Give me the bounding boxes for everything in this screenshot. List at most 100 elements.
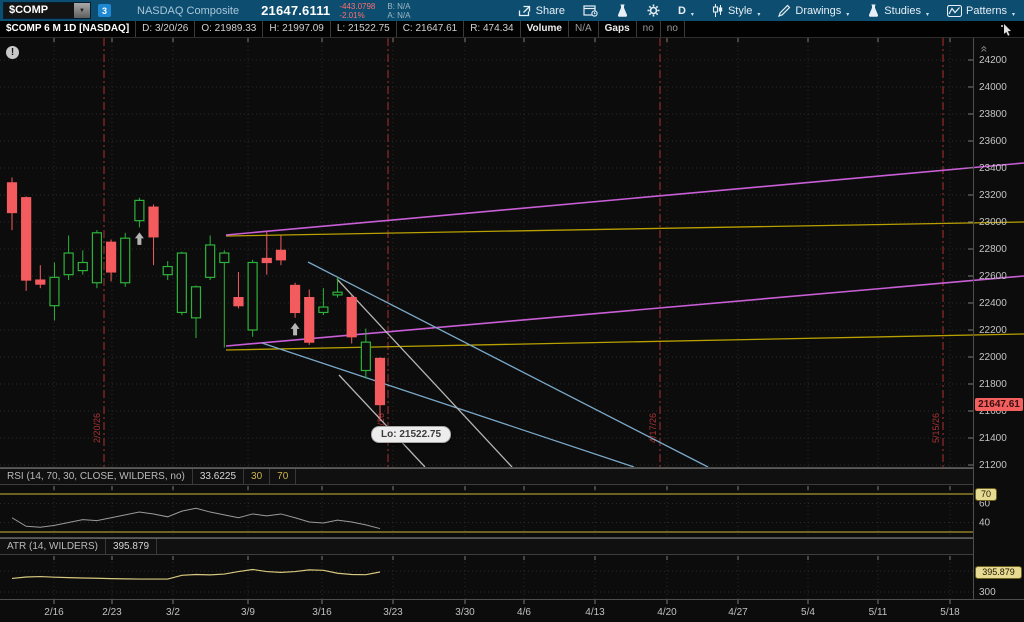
symbol-input-value[interactable]: $COMP bbox=[4, 3, 74, 18]
last-price-axis-badge: 21647.61 bbox=[975, 398, 1023, 411]
flask-icon bbox=[616, 4, 629, 17]
pattern-wave-icon bbox=[947, 5, 962, 17]
svg-text:23600: 23600 bbox=[979, 136, 1007, 147]
svg-text:4/27: 4/27 bbox=[728, 607, 748, 618]
chart-title-bar: $COMP ▼ 3 NASDAQ Composite 21647.6111 -4… bbox=[0, 0, 1024, 21]
svg-text:24200: 24200 bbox=[979, 55, 1007, 66]
svg-text:22800: 22800 bbox=[979, 244, 1007, 255]
svg-text:22000: 22000 bbox=[979, 352, 1007, 363]
thinkorswim-chart-window: $COMP ▼ 3 NASDAQ Composite 21647.6111 -4… bbox=[0, 0, 1024, 622]
chevron-down-icon: ▾ bbox=[1012, 11, 1015, 18]
ohlc-readout-bar: $COMP 6 M 1D [NASDAQ] D: 3/20/26 O: 2198… bbox=[0, 21, 1024, 38]
volume-toggle[interactable]: Volume bbox=[521, 21, 569, 37]
price-change-block: -443.0798 -2.01% bbox=[339, 2, 375, 20]
share-icon bbox=[518, 5, 532, 17]
calendar-events-button[interactable] bbox=[574, 0, 607, 21]
style-button[interactable]: Style ▾ bbox=[703, 0, 769, 21]
svg-text:4/6: 4/6 bbox=[517, 607, 531, 618]
chart-title: $COMP 6 M 1D [NASDAQ] bbox=[0, 21, 136, 37]
gaps-toggle[interactable]: Gaps bbox=[599, 21, 637, 37]
settings-button[interactable] bbox=[638, 0, 669, 21]
rsi-study-label[interactable]: RSI (14, 70, 30, CLOSE, WILDERS, no) bbox=[0, 469, 193, 484]
symbol-description: NASDAQ Composite bbox=[137, 5, 239, 17]
price-change: -443.0798 bbox=[339, 2, 375, 11]
symbol-input[interactable]: $COMP ▼ bbox=[3, 2, 91, 19]
svg-text:300: 300 bbox=[979, 587, 996, 598]
svg-text:21200: 21200 bbox=[979, 460, 1007, 471]
rsi-panel-header: RSI (14, 70, 30, CLOSE, WILDERS, no) 33.… bbox=[0, 468, 973, 485]
timeframe-button[interactable]: D ▾ bbox=[669, 0, 703, 21]
svg-text:40: 40 bbox=[979, 518, 991, 529]
symbol-dropdown-button[interactable]: ▼ bbox=[74, 3, 90, 18]
svg-text:5/4: 5/4 bbox=[801, 607, 815, 618]
calendar-icon bbox=[583, 4, 598, 17]
link-channel-badge[interactable]: 3 bbox=[98, 4, 111, 17]
style-label: Style bbox=[728, 5, 752, 17]
svg-text:23400: 23400 bbox=[979, 163, 1007, 174]
ohlc-bar-spacer bbox=[685, 21, 1000, 37]
chevron-down-icon: ▾ bbox=[757, 11, 760, 18]
studies-label: Studies bbox=[884, 5, 921, 17]
crosshair-cursor-icon[interactable] bbox=[1000, 21, 1024, 37]
chart-area: 2/20/263/20/264/17/265/15/26242002400023… bbox=[0, 38, 1024, 622]
flask-icon bbox=[867, 4, 880, 17]
quick-study-button[interactable] bbox=[607, 0, 638, 21]
ask-value: A: N/A bbox=[387, 11, 410, 20]
svg-text:2/16: 2/16 bbox=[44, 607, 64, 618]
rsi-70-axis-badge: 70 bbox=[975, 488, 997, 501]
panel-collapse-icon[interactable]: « bbox=[977, 46, 991, 51]
studies-button[interactable]: Studies ▾ bbox=[858, 0, 938, 21]
svg-text:3/16: 3/16 bbox=[312, 607, 332, 618]
svg-text:4/13: 4/13 bbox=[585, 607, 605, 618]
svg-text:5/18: 5/18 bbox=[940, 607, 960, 618]
timeframe-label: D bbox=[678, 5, 686, 17]
pencil-icon bbox=[778, 4, 791, 17]
close-readout: C: 21647.61 bbox=[397, 21, 465, 37]
svg-text:2/23: 2/23 bbox=[102, 607, 122, 618]
svg-text:3/23: 3/23 bbox=[383, 607, 403, 618]
range-readout: R: 474.34 bbox=[464, 21, 520, 37]
svg-text:3/9: 3/9 bbox=[241, 607, 255, 618]
volume-value: N/A bbox=[569, 21, 599, 37]
drawings-label: Drawings bbox=[795, 5, 841, 17]
patterns-button[interactable]: Patterns ▾ bbox=[938, 0, 1024, 21]
svg-text:23200: 23200 bbox=[979, 190, 1007, 201]
bid-value: B: N/A bbox=[387, 2, 410, 11]
rsi-overbought-level: 70 bbox=[270, 469, 296, 484]
svg-text:3/2: 3/2 bbox=[166, 607, 180, 618]
candle-style-icon bbox=[712, 4, 724, 17]
atr-panel-header: ATR (14, WILDERS) 395.879 bbox=[0, 538, 973, 555]
svg-text:23000: 23000 bbox=[979, 217, 1007, 228]
alert-info-icon[interactable]: ! bbox=[6, 46, 19, 59]
share-button[interactable]: Share bbox=[509, 0, 574, 21]
chart-canvas[interactable]: 2/20/263/20/264/17/265/15/26242002400023… bbox=[0, 38, 1024, 622]
bid-ask-block: B: N/A A: N/A bbox=[387, 2, 410, 20]
chevron-down-icon: ▾ bbox=[846, 11, 849, 18]
atr-value: 395.879 bbox=[106, 539, 157, 554]
drawings-button[interactable]: Drawings ▾ bbox=[769, 0, 858, 21]
last-price: 21647.6111 bbox=[261, 3, 330, 18]
svg-text:2/20/26: 2/20/26 bbox=[92, 413, 102, 443]
svg-text:22400: 22400 bbox=[979, 298, 1007, 309]
rsi-value: 33.6225 bbox=[193, 469, 244, 484]
rsi-oversold-level: 30 bbox=[244, 469, 270, 484]
svg-text:24000: 24000 bbox=[979, 82, 1007, 93]
share-label: Share bbox=[536, 5, 565, 17]
gaps-value-1: no bbox=[637, 21, 661, 37]
svg-text:22600: 22600 bbox=[979, 271, 1007, 282]
low-readout: L: 21522.75 bbox=[331, 21, 397, 37]
gaps-value-2: no bbox=[661, 21, 685, 37]
atr-study-label[interactable]: ATR (14, WILDERS) bbox=[0, 539, 106, 554]
atr-axis-badge: 395.879 bbox=[975, 566, 1022, 579]
price-change-percent: -2.01% bbox=[339, 11, 375, 20]
chevron-down-icon: ▾ bbox=[926, 11, 929, 18]
svg-text:5/15/26: 5/15/26 bbox=[931, 413, 941, 443]
open-readout: O: 21989.33 bbox=[195, 21, 263, 37]
svg-text:21800: 21800 bbox=[979, 379, 1007, 390]
patterns-label: Patterns bbox=[966, 5, 1007, 17]
chevron-down-icon: ▾ bbox=[691, 11, 694, 18]
low-price-tooltip: Lo: 21522.75 bbox=[371, 426, 451, 443]
svg-text:3/30: 3/30 bbox=[455, 607, 475, 618]
svg-text:21400: 21400 bbox=[979, 433, 1007, 444]
svg-text:22200: 22200 bbox=[979, 325, 1007, 336]
